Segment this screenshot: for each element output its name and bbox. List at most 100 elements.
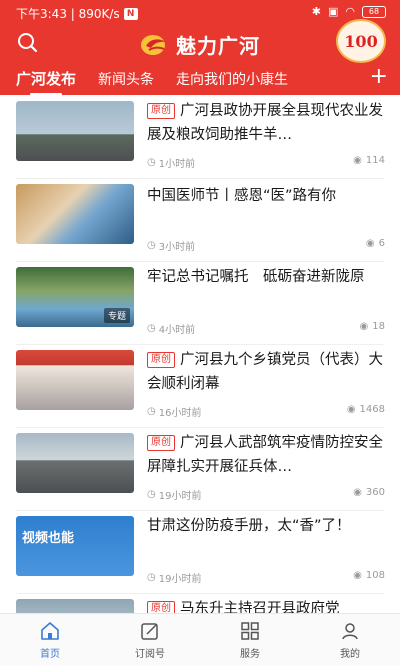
views-text: 114 — [365, 155, 385, 166]
article-views: ◉ 114 — [353, 155, 385, 166]
article-meta: ◷ 4小时前 ◉ 18 — [147, 321, 385, 336]
article-time: ◷ 4小时前 — [147, 321, 195, 336]
views-text: 360 — [365, 487, 385, 498]
article-views: ◉ 360 — [353, 487, 385, 498]
nav-mine[interactable]: 我的 — [300, 614, 400, 666]
bottom-nav: 首页 订阅号 服务 我的 — [0, 613, 400, 666]
article-views: ◉ 108 — [353, 570, 385, 581]
tab-xiaokang[interactable]: 走向我们的小康生 — [176, 69, 288, 89]
top-bar: 魅力广河 100 — [0, 19, 400, 63]
list-item[interactable]: 原创 广河县人武部筑牢疫情防控安全屏障扎实开展征兵体… ◷ 19小时前 ◉ 360 — [0, 427, 400, 511]
article-title-block: 原创 广河县人武部筑牢疫情防控安全屏障扎实开展征兵体… — [147, 431, 387, 479]
list-item[interactable]: 原创 广河县九个乡镇党员（代表）大会顺利闭幕 ◷ 16小时前 ◉ 1468 — [0, 344, 400, 428]
clock-icon: ◷ — [147, 323, 156, 334]
time-text: 1小时前 — [158, 159, 196, 170]
clock-icon: ◷ — [147, 157, 156, 168]
article-time: ◷ 19小时前 — [147, 487, 201, 502]
list-item[interactable]: 原创 广河县政协开展全县现代农业发展及粮改饲助推牛羊… ◷ 1小时前 ◉ 114 — [0, 95, 400, 179]
eye-icon: ◉ — [353, 487, 362, 498]
article-meta: ◷ 1小时前 ◉ 114 — [147, 155, 385, 170]
time-text: 19小时前 — [158, 574, 202, 585]
clock-icon: ◷ — [147, 489, 156, 500]
nav-subscribe[interactable]: 订阅号 — [100, 614, 200, 666]
article-time: ◷ 19小时前 — [147, 570, 201, 585]
app-title: 魅力广河 — [176, 34, 260, 58]
nav-service-label: 服务 — [240, 649, 260, 660]
grid-icon — [241, 622, 259, 640]
eye-icon: ◉ — [346, 404, 356, 415]
article-title-block: 中国医师节丨感恩“医”路有你 — [147, 184, 387, 208]
article-title: 中国医师节丨感恩“医”路有你 — [147, 188, 337, 204]
status-bar: 下午3:43 | 890K/s N ✱ ▣ ◠ 68 — [0, 0, 400, 26]
article-time: ◷ 3小时前 — [147, 238, 195, 253]
logo-icon — [141, 34, 166, 55]
search-icon[interactable] — [14, 29, 42, 57]
article-time: ◷ 1小时前 — [147, 155, 195, 170]
views-text: 108 — [365, 570, 385, 581]
time-text: 16小时前 — [158, 408, 202, 419]
article-title-block: 牢记总书记嘱托 砥砺奋进新陇原 — [147, 265, 387, 289]
time-text: 4小时前 — [158, 325, 196, 336]
nav-home[interactable]: 首页 — [0, 614, 100, 666]
status-right: ✱ ▣ ◠ 68 — [312, 5, 386, 18]
original-tag: 原创 — [147, 601, 175, 613]
list-item[interactable]: 视频也能 甘肃这份防疫手册，太“香”了！ ◷ 19小时前 ◉ 108 — [0, 510, 400, 594]
wifi-icon: ◠ — [345, 5, 355, 18]
nav-subscribe-label: 订阅号 — [135, 649, 165, 660]
article-thumbnail — [16, 184, 134, 244]
anniversary-badge[interactable]: 100 — [336, 19, 386, 63]
article-thumbnail — [16, 350, 134, 410]
article-title-block: 原创 马东升主持召开县政府党 — [147, 597, 387, 613]
article-title: 广河县人武部筑牢疫情防控安全屏障扎实开展征兵体… — [147, 435, 383, 475]
status-time: 下午3:43 | 890K/s — [16, 7, 120, 21]
thumbnail-caption: 视频也能 — [22, 531, 75, 546]
channel-tabs: 广河发布 新闻头条 走向我们的小康生 + — [0, 62, 400, 96]
nav-service[interactable]: 服务 — [200, 614, 300, 666]
article-thumbnail — [16, 433, 134, 493]
list-item[interactable]: 专题 牢记总书记嘱托 砥砺奋进新陇原 ◷ 4小时前 ◉ 18 — [0, 261, 400, 345]
eye-icon: ◉ — [359, 321, 369, 332]
list-item[interactable]: 中国医师节丨感恩“医”路有你 ◷ 3小时前 ◉ 6 — [0, 178, 400, 262]
article-thumbnail: 视频也能 — [16, 516, 134, 576]
notification-icon: N — [123, 7, 138, 20]
article-thumbnail — [16, 599, 134, 613]
article-title: 牢记总书记嘱托 砥砺奋进新陇原 — [147, 269, 365, 285]
app-brand: 魅力广河 — [140, 30, 260, 59]
topic-badge: 专题 — [103, 308, 130, 323]
battery-icon: 68 — [362, 5, 386, 18]
article-title-block: 原创 广河县政协开展全县现代农业发展及粮改饲助推牛羊… — [147, 99, 387, 147]
time-text: 3小时前 — [158, 242, 196, 253]
tab-guanghe-release[interactable]: 广河发布 — [16, 68, 76, 96]
nav-mine-label: 我的 — [340, 649, 360, 660]
views-text: 1468 — [359, 404, 385, 415]
views-text: 6 — [378, 238, 385, 249]
nav-home-label: 首页 — [40, 649, 60, 660]
article-meta: ◷ 19小时前 ◉ 108 — [147, 570, 385, 585]
clock-icon: ◷ — [147, 240, 156, 251]
user-icon — [342, 623, 358, 640]
list-item[interactable]: 原创 马东升主持召开县政府党 — [0, 593, 400, 613]
original-tag: 原创 — [147, 352, 175, 368]
article-views: ◉ 6 — [366, 238, 385, 249]
bluetooth-icon: ✱ — [311, 5, 321, 18]
clock-icon: ◷ — [147, 572, 156, 583]
app-header: 下午3:43 | 890K/s N ✱ ▣ ◠ 68 魅力广河 100 广河发布… — [0, 0, 400, 96]
article-title: 马东升主持召开县政府党 — [180, 601, 340, 613]
sim-icon: ▣ — [327, 5, 339, 18]
tab-headlines[interactable]: 新闻头条 — [98, 69, 154, 89]
anniversary-badge-text: 100 — [344, 31, 378, 51]
original-tag: 原创 — [147, 103, 175, 119]
eye-icon: ◉ — [353, 155, 362, 166]
eye-icon: ◉ — [365, 238, 375, 249]
clock-icon: ◷ — [147, 406, 156, 417]
time-text: 19小时前 — [158, 491, 202, 502]
article-thumbnail: 专题 — [16, 267, 134, 327]
article-title: 广河县九个乡镇党员（代表）大会顺利闭幕 — [147, 352, 383, 392]
article-title-block: 甘肃这份防疫手册，太“香”了！ — [147, 514, 387, 538]
status-left: 下午3:43 | 890K/s N — [16, 5, 138, 22]
article-time: ◷ 16小时前 — [147, 404, 201, 419]
article-title: 甘肃这份防疫手册，太“香”了！ — [147, 518, 351, 534]
home-icon — [41, 622, 59, 640]
add-channel-icon[interactable]: + — [370, 62, 388, 92]
eye-icon: ◉ — [353, 570, 362, 581]
